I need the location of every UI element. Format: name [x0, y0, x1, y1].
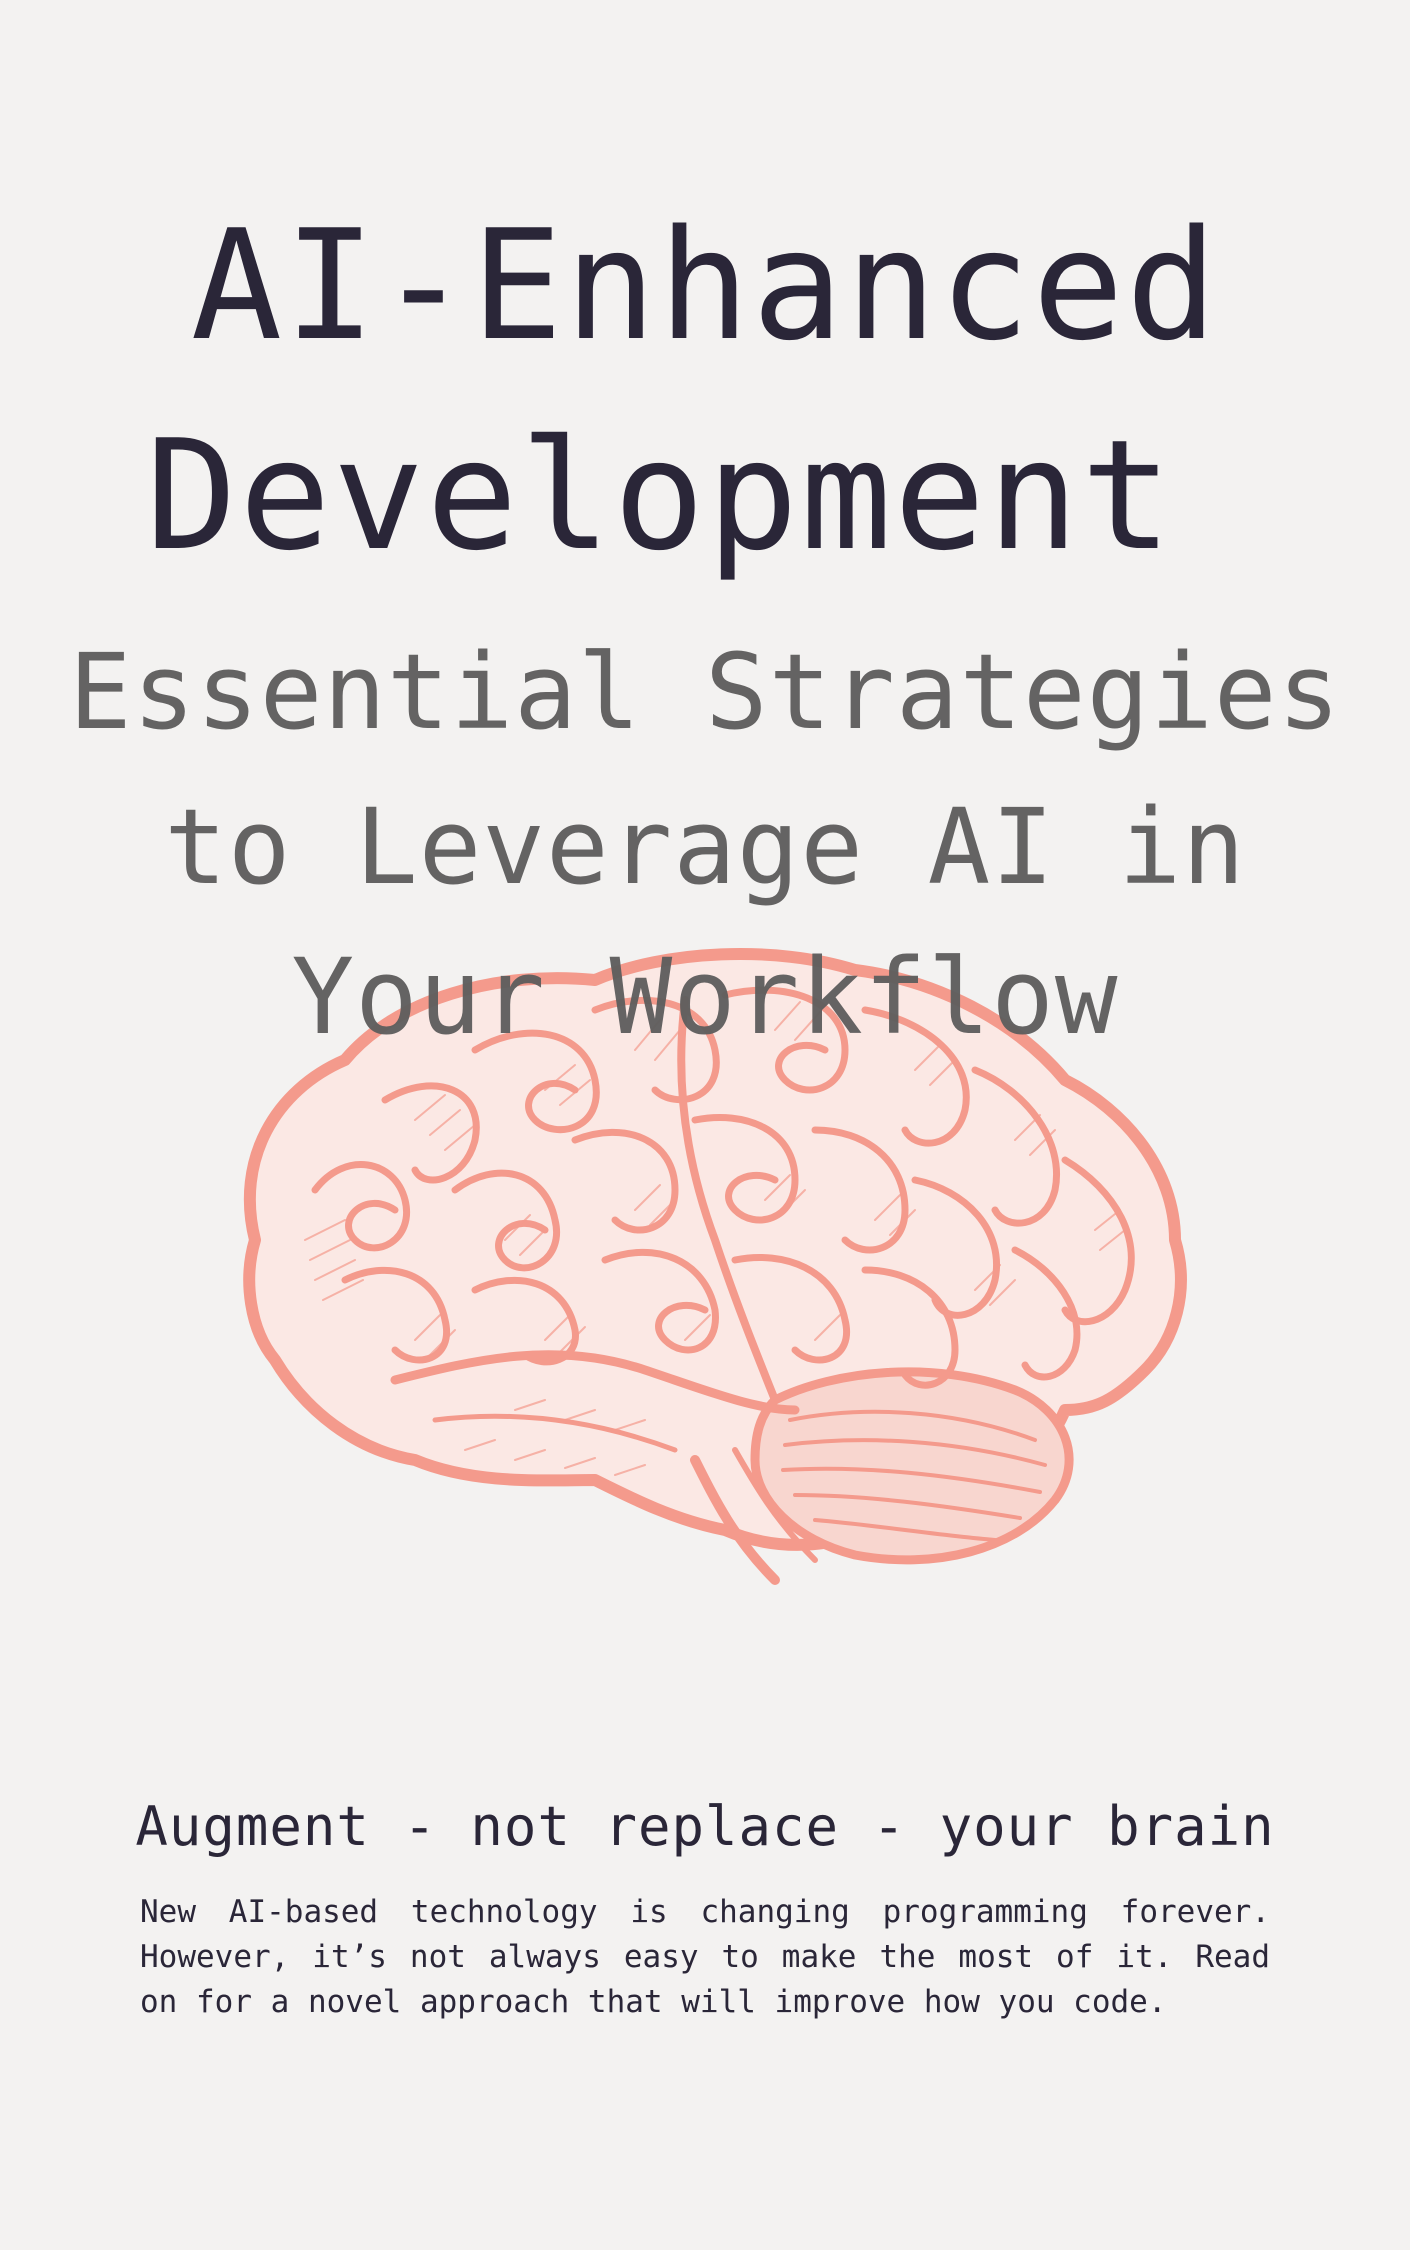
title-line-1: AI-Enhanced — [190, 197, 1220, 374]
subtitle-line-3: Your Workflow — [291, 936, 1119, 1058]
subtitle-line-1: Essential Strategies — [68, 631, 1342, 753]
cover-description: New AI-based technology is changing prog… — [140, 1894, 1270, 2020]
title-line-2: Development — [145, 407, 1175, 584]
book-cover: AI-Enhanced Development Essential Strate… — [0, 0, 1410, 2250]
subtitle-line-2: to Leverage AI in — [164, 786, 1246, 908]
tagline: Augment - not replace - your brain — [135, 1795, 1275, 1858]
